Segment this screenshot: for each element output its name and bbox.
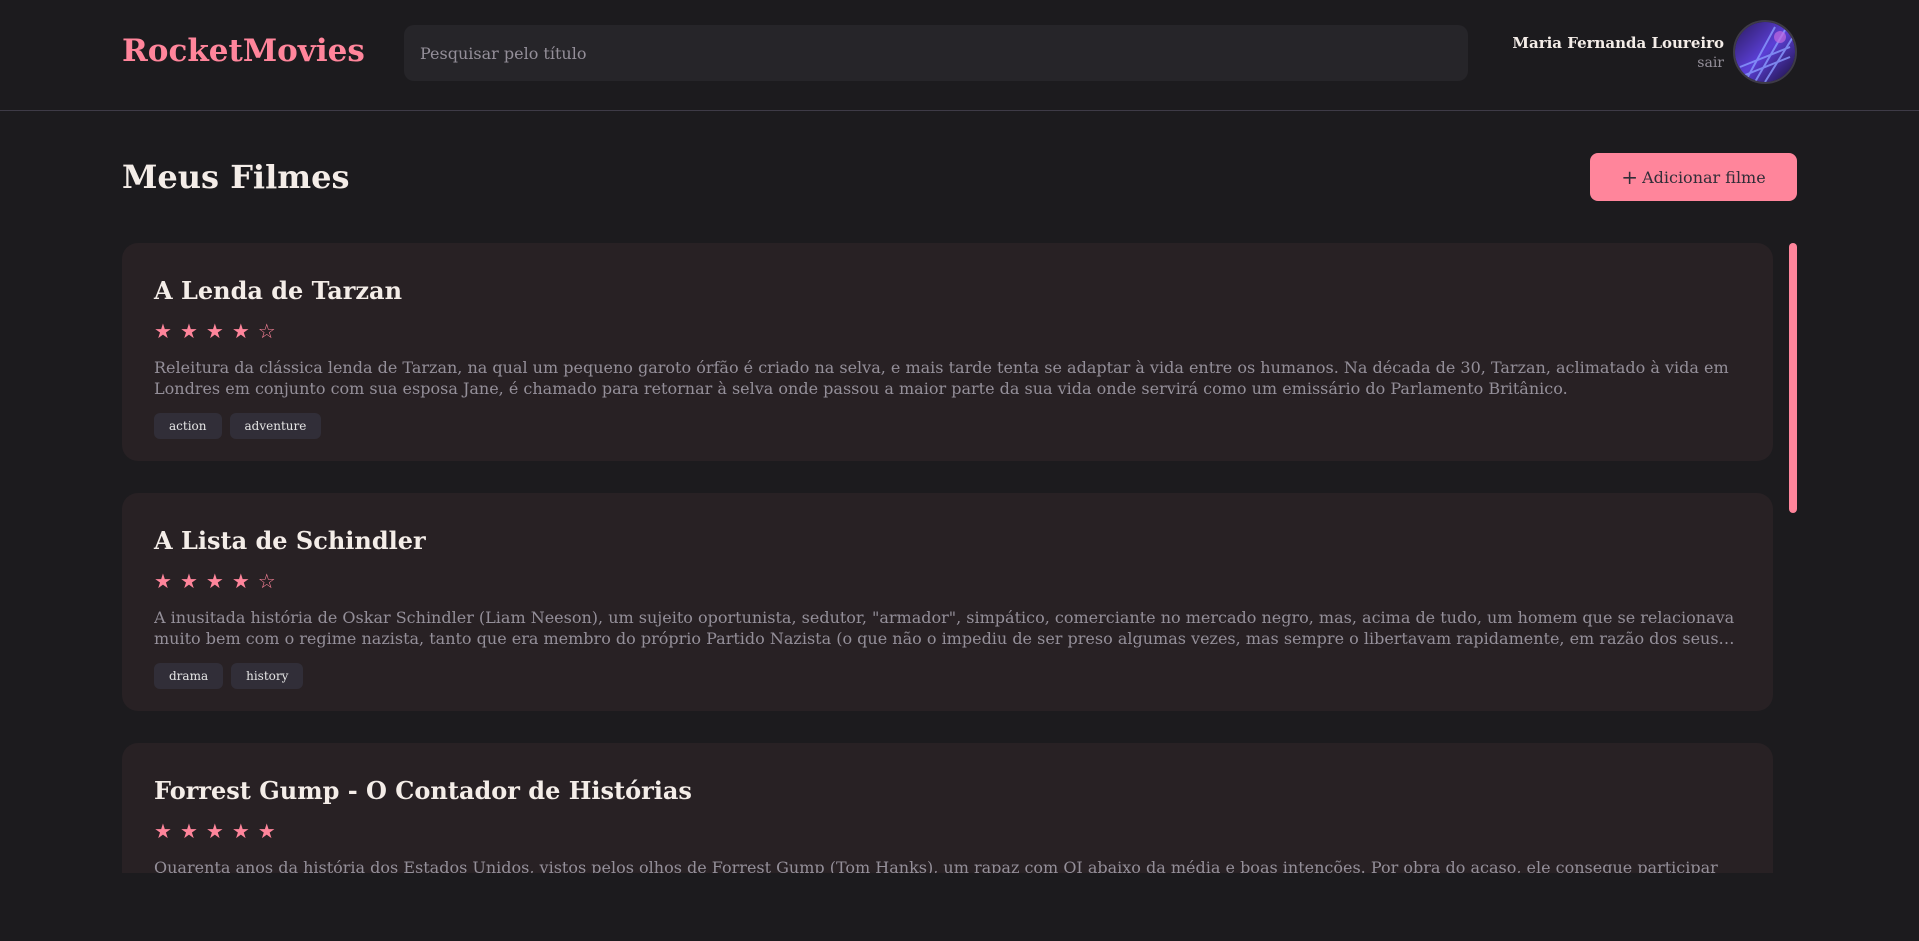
star-icon: ★ xyxy=(205,819,232,843)
movie-description: Releitura da clássica lenda de Tarzan, n… xyxy=(154,358,1729,398)
title-row: Meus Filmes + Adicionar filme xyxy=(122,153,1797,201)
star-icon: ★ xyxy=(205,569,232,593)
star-icon: ★ xyxy=(231,569,258,593)
movie-card[interactable]: Forrest Gump - O Contador de Histórias ★… xyxy=(122,743,1773,873)
star-icon: ★ xyxy=(257,819,284,843)
star-icon: ★ xyxy=(179,569,206,593)
movie-title: Forrest Gump - O Contador de Histórias xyxy=(154,776,692,805)
star-icon: ★ xyxy=(179,319,206,343)
page-title: Meus Filmes xyxy=(122,158,350,196)
movie-card[interactable]: A Lenda de Tarzan ★★★★☆ Releitura da clá… xyxy=(122,243,1773,461)
search-input[interactable] xyxy=(404,25,1468,81)
add-movie-button[interactable]: + Adicionar filme xyxy=(1590,153,1797,201)
tag-list: action adventure xyxy=(154,413,1741,439)
logout-link[interactable]: sair xyxy=(1512,55,1724,71)
rating-stars: ★★★★★ xyxy=(154,819,1741,843)
movie-description: Quarenta anos da história dos Estados Un… xyxy=(154,858,1718,873)
star-icon: ★ xyxy=(154,819,180,843)
header: RocketMovies Maria Fernanda Loureiro sai… xyxy=(0,0,1919,111)
rating-stars: ★★★★☆ xyxy=(154,319,1741,343)
tag: adventure xyxy=(229,413,322,439)
star-icon: ★ xyxy=(231,319,258,343)
plus-icon: + xyxy=(1621,165,1639,189)
star-icon: ★ xyxy=(179,819,206,843)
profile: Maria Fernanda Loureiro sair xyxy=(1512,20,1797,84)
tag: drama xyxy=(154,663,224,689)
movie-list[interactable]: A Lenda de Tarzan ★★★★☆ Releitura da clá… xyxy=(122,243,1773,873)
profile-info: Maria Fernanda Loureiro sair xyxy=(1512,34,1724,71)
movie-title: A Lenda de Tarzan xyxy=(154,276,403,305)
star-icon: ★ xyxy=(231,819,258,843)
star-icon: ★ xyxy=(154,569,180,593)
avatar[interactable] xyxy=(1733,20,1797,84)
star-outline-icon: ☆ xyxy=(257,319,284,343)
movie-card[interactable]: A Lista de Schindler ★★★★☆ A inusitada h… xyxy=(122,493,1773,711)
tag: history xyxy=(231,663,304,689)
user-name: Maria Fernanda Loureiro xyxy=(1512,33,1724,52)
movie-description: A inusitada história de Oskar Schindler … xyxy=(154,608,1735,648)
star-outline-icon: ☆ xyxy=(257,569,284,593)
star-icon: ★ xyxy=(205,319,232,343)
rating-stars: ★★★★☆ xyxy=(154,569,1741,593)
add-movie-label: Adicionar filme xyxy=(1642,167,1766,187)
tag: action xyxy=(154,413,222,439)
movie-title: A Lista de Schindler xyxy=(154,526,426,555)
logo[interactable]: RocketMovies xyxy=(122,33,365,69)
scrollbar-thumb[interactable] xyxy=(1789,243,1797,513)
star-icon: ★ xyxy=(154,319,180,343)
tag-list: drama history xyxy=(154,663,1741,689)
